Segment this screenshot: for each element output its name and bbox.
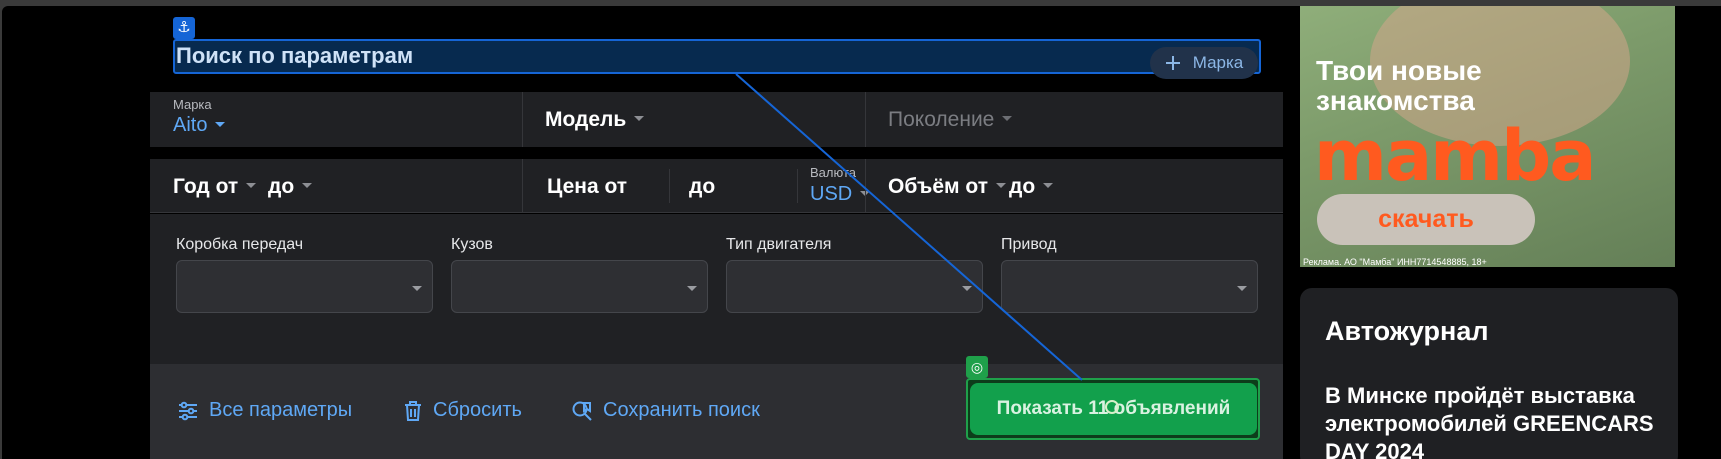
autojournal-card: Автожурнал В Минске пройдёт выставка эле…	[1300, 288, 1678, 459]
trash-icon	[405, 400, 421, 421]
year-from-select[interactable]: Год от	[173, 175, 257, 199]
mamba-ad-banner[interactable]: Твои новые знакомства mamba скачать Рекл…	[1300, 6, 1675, 267]
price-from-input[interactable]: Цена от	[547, 175, 627, 199]
gearbox-label: Коробка передач	[176, 236, 304, 253]
brand-model-row: Марка Aito Модель Поколение	[150, 92, 1283, 147]
add-brand-button[interactable]: Марка	[1150, 47, 1258, 79]
currency-value: USD	[810, 183, 871, 206]
drive-select[interactable]	[1001, 260, 1258, 313]
brand-label: Марка	[173, 97, 212, 112]
brand-select[interactable]: Марка Aito	[150, 92, 522, 147]
chevron-down-icon	[1002, 116, 1013, 122]
range-row: Год от до Цена от до Валюта USD Объём от…	[150, 159, 1283, 213]
engine-type-select[interactable]	[726, 260, 983, 313]
generation-value: Поколение	[888, 108, 1013, 132]
all-params-link[interactable]: Все параметры	[177, 399, 352, 422]
reset-label: Сбросить	[433, 399, 522, 421]
sliders-icon	[179, 401, 197, 420]
chevron-down-icon	[995, 183, 1006, 189]
brand-value: Aito	[173, 114, 226, 137]
body-select[interactable]	[451, 260, 708, 313]
chevron-down-icon	[962, 286, 972, 291]
divider	[797, 169, 798, 203]
reset-button[interactable]: Сбросить	[403, 399, 522, 422]
model-select[interactable]: Модель	[523, 92, 865, 147]
year-to-select[interactable]: до	[268, 175, 313, 199]
save-search-button[interactable]: Сохранить поиск	[571, 399, 760, 422]
body-label: Кузов	[451, 236, 493, 253]
ad-headline: Твои новые знакомства	[1316, 55, 1482, 116]
ad-disclaimer: Реклама. АО "Мамба" ИНН7714548885, 18+	[1303, 257, 1487, 267]
chevron-down-icon	[1237, 286, 1247, 291]
chevron-down-icon	[1043, 183, 1054, 189]
divider	[669, 169, 670, 203]
volume-to-select[interactable]: до	[1009, 175, 1054, 199]
generation-select[interactable]: Поколение	[866, 92, 1283, 147]
mamba-logo: mamba	[1314, 115, 1596, 197]
currency-select[interactable]: Валюта USD	[810, 159, 871, 212]
divider	[522, 159, 523, 212]
chevron-down-icon	[215, 121, 226, 127]
page-title: Поиск по параметрам	[176, 43, 414, 68]
engine-type-label: Тип двигателя	[726, 236, 832, 253]
ad-download-button[interactable]: скачать	[1317, 194, 1535, 245]
chevron-down-icon	[302, 183, 313, 189]
drive-label: Привод	[1001, 236, 1057, 253]
plus-icon	[1165, 56, 1180, 70]
add-brand-label: Марка	[1192, 53, 1244, 72]
chevron-down-icon	[687, 286, 697, 291]
save-search-icon	[572, 401, 592, 421]
save-search-label: Сохранить поиск	[603, 399, 760, 421]
chevron-down-icon	[634, 116, 645, 122]
journal-title[interactable]: Автожурнал	[1325, 316, 1489, 347]
divider	[865, 159, 866, 212]
all-params-label: Все параметры	[209, 399, 353, 421]
volume-from-select[interactable]: Объём от	[888, 175, 1006, 199]
journal-article-link[interactable]: В Минске пройдёт выставка электромобилей…	[1325, 382, 1665, 459]
cursor-indicator	[1105, 400, 1119, 414]
model-value: Модель	[545, 108, 645, 132]
target-icon: ◎	[966, 356, 988, 378]
price-to-input[interactable]: до	[689, 175, 715, 199]
chevron-down-icon	[412, 286, 422, 291]
currency-label: Валюта	[810, 165, 856, 180]
gearbox-select[interactable]	[176, 260, 433, 313]
chevron-down-icon	[246, 183, 257, 189]
anchor-icon: ⚓	[173, 17, 195, 39]
